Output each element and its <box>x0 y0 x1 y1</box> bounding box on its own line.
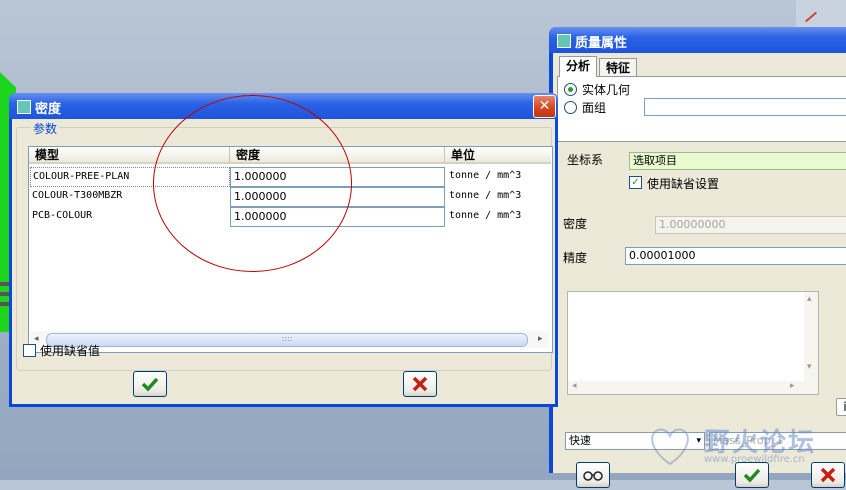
tab-panel: 实体几何 面组 <box>557 76 846 142</box>
use-default-setting-label: 使用缺省设置 <box>647 177 720 191</box>
quilt-select-field[interactable] <box>644 98 846 116</box>
table-row-unit: tonne / mm^3 <box>449 190 522 201</box>
table-row-model[interactable]: PCB-COLOUR <box>32 207 92 227</box>
coord-system-collector[interactable]: 选取项目 <box>629 152 846 170</box>
use-default-setting-checkbox[interactable]: ✓ <box>629 176 642 189</box>
preview-button[interactable] <box>576 462 610 488</box>
density-dialog: 密度 ✕ 参数 模型 密度 单位 COLOUR-PREE-PLAN 1.0000… <box>9 93 558 407</box>
solid-geometry-radio[interactable] <box>564 83 577 96</box>
check-icon <box>141 377 159 392</box>
cancel-button[interactable] <box>403 371 437 397</box>
table-row-unit: tonne / mm^3 <box>449 210 522 221</box>
scroll-thumb[interactable]: :::: <box>46 333 528 347</box>
use-default-checkbox[interactable] <box>23 344 36 357</box>
tab-feature[interactable]: 特征 <box>599 58 638 77</box>
quilt-radio[interactable] <box>564 101 577 114</box>
scroll-right-icon[interactable]: ▸ <box>790 381 795 391</box>
results-hscrollbar[interactable]: ◂ ▸ <box>568 381 804 394</box>
scroll-up-icon[interactable]: ▴ <box>807 294 812 304</box>
info-icon[interactable]: i <box>836 398 846 416</box>
mode-select-value: 快速 <box>569 434 591 447</box>
mass-properties-title: 质量属性 <box>575 36 628 51</box>
close-icon: ✕ <box>538 98 551 114</box>
parameters-group-label: 参数 <box>31 120 60 137</box>
table-hscrollbar[interactable]: ◂ :::: ▸ <box>30 331 549 348</box>
scroll-left-icon[interactable]: ◂ <box>34 334 39 344</box>
use-default-label: 使用缺省值 <box>40 344 101 358</box>
mass-properties-titlebar: 质量属性 <box>549 27 846 53</box>
density-titlebar: 密度 ✕ <box>9 93 558 119</box>
density-field: 1.00000000 <box>655 216 846 234</box>
table-row-unit: tonne / mm^3 <box>449 170 522 181</box>
background-model-fragment <box>796 0 846 30</box>
density-input[interactable]: 1.000000 <box>230 167 445 187</box>
scroll-down-icon[interactable]: ▾ <box>807 362 812 372</box>
accuracy-field[interactable]: 0.00001000 <box>625 247 846 265</box>
ok-button[interactable] <box>133 371 167 397</box>
solid-geometry-label: 实体几何 <box>582 83 631 97</box>
watermark-url: www.proewildfire.cn <box>704 454 805 465</box>
density-label: 密度 <box>563 217 588 231</box>
results-vscrollbar[interactable]: ▴ ▾ <box>804 292 818 394</box>
density-table: 模型 密度 单位 COLOUR-PREE-PLAN 1.000000 tonne… <box>28 146 553 353</box>
mass-properties-dialog: 质量属性 分析 特征 实体几何 面组 坐标系 选取项目 ✓ 使用缺省设置 密度 … <box>549 27 846 488</box>
table-row-model[interactable]: COLOUR-T300MBZR <box>32 187 122 207</box>
column-header-unit[interactable]: 单位 <box>445 147 551 164</box>
column-header-density[interactable]: 密度 <box>230 147 445 164</box>
forum-watermark: 野火论坛 www.proewildfire.cn <box>640 420 840 480</box>
density-input[interactable]: 1.000000 <box>230 187 445 207</box>
column-header-model[interactable]: 模型 <box>29 147 230 164</box>
quilt-label: 面组 <box>582 101 607 115</box>
scroll-right-icon[interactable]: ▸ <box>538 334 543 344</box>
accuracy-label: 精度 <box>563 251 588 265</box>
window-icon <box>17 100 31 114</box>
scroll-left-icon[interactable]: ◂ <box>572 381 577 391</box>
parameters-group: 参数 模型 密度 单位 COLOUR-PREE-PLAN 1.000000 to… <box>16 120 553 371</box>
watermark-logo-icon <box>651 428 689 466</box>
cross-icon <box>412 376 428 392</box>
scroll-grip-icon: :::: <box>281 334 293 343</box>
window-icon <box>557 34 571 48</box>
density-dialog-title: 密度 <box>35 102 62 117</box>
glasses-icon <box>583 471 603 481</box>
tab-analysis[interactable]: 分析 <box>559 56 598 77</box>
results-text-area[interactable]: ▴ ▾ ◂ ▸ <box>567 291 819 395</box>
table-row-model[interactable]: COLOUR-PREE-PLAN <box>30 167 230 187</box>
close-button[interactable]: ✕ <box>533 95 556 118</box>
coord-system-label: 坐标系 <box>567 153 604 167</box>
density-input[interactable]: 1.000000 <box>230 207 445 227</box>
